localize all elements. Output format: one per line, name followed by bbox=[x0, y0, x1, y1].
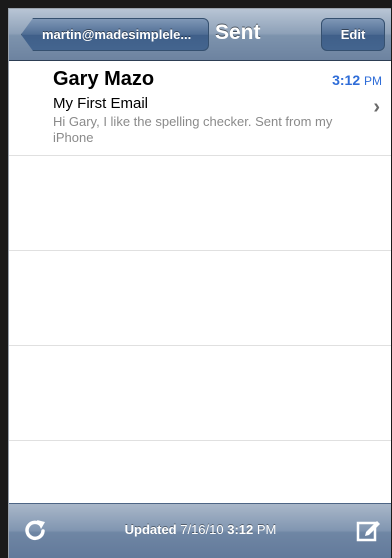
update-status-ampm: PM bbox=[256, 522, 277, 537]
page-title: Sent bbox=[215, 21, 261, 44]
back-to-account-button[interactable]: martin@madesimplele... bbox=[21, 18, 209, 51]
update-status-label: Updated bbox=[124, 522, 177, 537]
empty-list-row bbox=[9, 251, 391, 346]
message-subject: My First Email bbox=[53, 95, 148, 112]
update-status: Updated 7/16/10 3:12 PM bbox=[9, 522, 391, 537]
mail-screen: martin@madesimplele... Sent Edit Gary Ma… bbox=[8, 8, 391, 558]
chevron-right-icon: › bbox=[373, 96, 380, 118]
message-time: 3:12 PM bbox=[332, 72, 382, 88]
message-preview: Hi Gary, I like the spelling checker. Se… bbox=[53, 114, 333, 145]
empty-list-row bbox=[9, 346, 391, 441]
edit-button[interactable]: Edit bbox=[321, 18, 385, 51]
empty-list-row bbox=[9, 156, 391, 251]
bottom-toolbar: Updated 7/16/10 3:12 PM bbox=[9, 503, 391, 558]
message-sender: Gary Mazo bbox=[53, 68, 155, 90]
message-time-value: 3:12 bbox=[332, 72, 361, 88]
compose-icon[interactable] bbox=[354, 516, 382, 544]
message-time-ampm: PM bbox=[364, 74, 382, 88]
update-status-date: 7/16/10 bbox=[180, 522, 224, 537]
message-list: Gary Mazo 3:12 PM My First Email Hi Gary… bbox=[9, 62, 391, 502]
update-status-time: 3:12 bbox=[227, 522, 254, 537]
navigation-bar: martin@madesimplele... Sent Edit bbox=[9, 9, 391, 61]
message-row[interactable]: Gary Mazo 3:12 PM My First Email Hi Gary… bbox=[9, 62, 391, 156]
